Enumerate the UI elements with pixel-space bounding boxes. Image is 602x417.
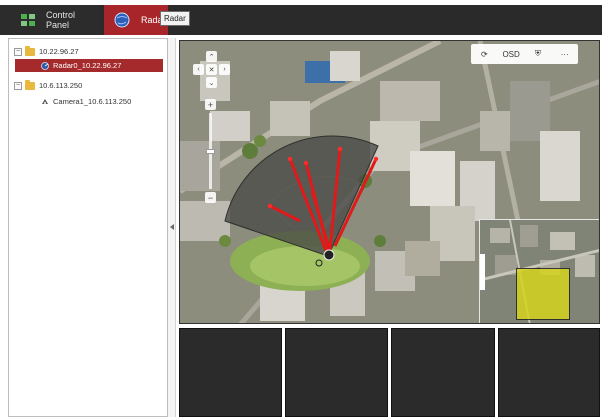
tab-control-panel-label: Control Panel [46,10,76,30]
radar-video-window[interactable]: ⟳ OSD ⛨ ··· ⌃ ‹ ✕ › ⌄ + − [179,40,600,324]
collapse-toggle-icon[interactable]: − [14,81,22,90]
live-view-area: ⟳ OSD ⛨ ··· ⌃ ‹ ✕ › ⌄ + − [177,38,602,417]
tab-control-panel[interactable]: Control Panel [0,5,100,35]
tree-node-label: Radar0_10.22.96.27 [53,61,122,70]
tree-node-radar[interactable]: Radar0_10.22.96.27 [15,59,163,72]
grid-icon [20,12,36,28]
video-tile[interactable] [498,328,600,417]
video-tile-grid [177,328,602,417]
panel-splitter[interactable] [168,38,176,417]
radar-tooltip: Radar [160,11,190,26]
tree-node-server-1[interactable]: − 10.22.96.27 [14,45,164,58]
more-options-icon[interactable]: ··· [554,45,576,63]
video-toolbar: ⟳ OSD ⛨ ··· [471,44,578,64]
zoom-in-icon[interactable]: + [205,99,216,110]
pan-down-icon[interactable]: ⌄ [206,77,217,88]
tree-node-camera[interactable]: Camera1_10.6.113.250 [41,95,163,108]
camera-icon [41,98,49,106]
osd-button[interactable]: OSD [500,45,522,63]
ptz-control: ⌃ ‹ ✕ › ⌄ [190,51,234,95]
refresh-icon[interactable]: ⟳ [473,45,495,63]
video-tile[interactable] [391,328,495,417]
zoom-slider[interactable]: + − [204,99,216,203]
pan-right-icon[interactable]: › [219,64,230,75]
pan-up-icon[interactable]: ⌃ [206,51,217,62]
tree-node-server-2[interactable]: − 10.6.113.250 [14,79,164,92]
tab-radar[interactable]: Radar [104,5,168,35]
folder-icon [25,45,35,56]
radar-globe-icon [114,12,130,28]
tree-node-label: 10.6.113.250 [39,81,83,90]
tree-node-label: Camera1_10.6.113.250 [53,97,132,106]
top-menu-bar: Control Panel Radar Radar [0,0,602,35]
shield-icon[interactable]: ⛨ [527,45,549,63]
tree-node-label: 10.22.96.27 [39,47,79,56]
video-tile[interactable] [179,328,282,417]
ptz-center-icon[interactable]: ✕ [206,64,217,75]
radar-device-icon [41,61,49,70]
minimap-view-rect[interactable] [516,268,570,320]
minimap-collapse-handle[interactable] [480,254,485,290]
zoom-out-icon[interactable]: − [205,192,216,203]
overview-minimap[interactable] [479,219,599,323]
device-tree-panel: − 10.22.96.27 Radar0_10.22.96.27 − 10.6.… [8,38,168,417]
zoom-knob[interactable] [206,149,215,154]
collapse-arrow-icon[interactable] [170,224,174,230]
video-tile[interactable] [285,328,388,417]
pan-left-icon[interactable]: ‹ [193,64,204,75]
folder-icon [25,79,35,90]
collapse-toggle-icon[interactable]: − [14,47,22,56]
